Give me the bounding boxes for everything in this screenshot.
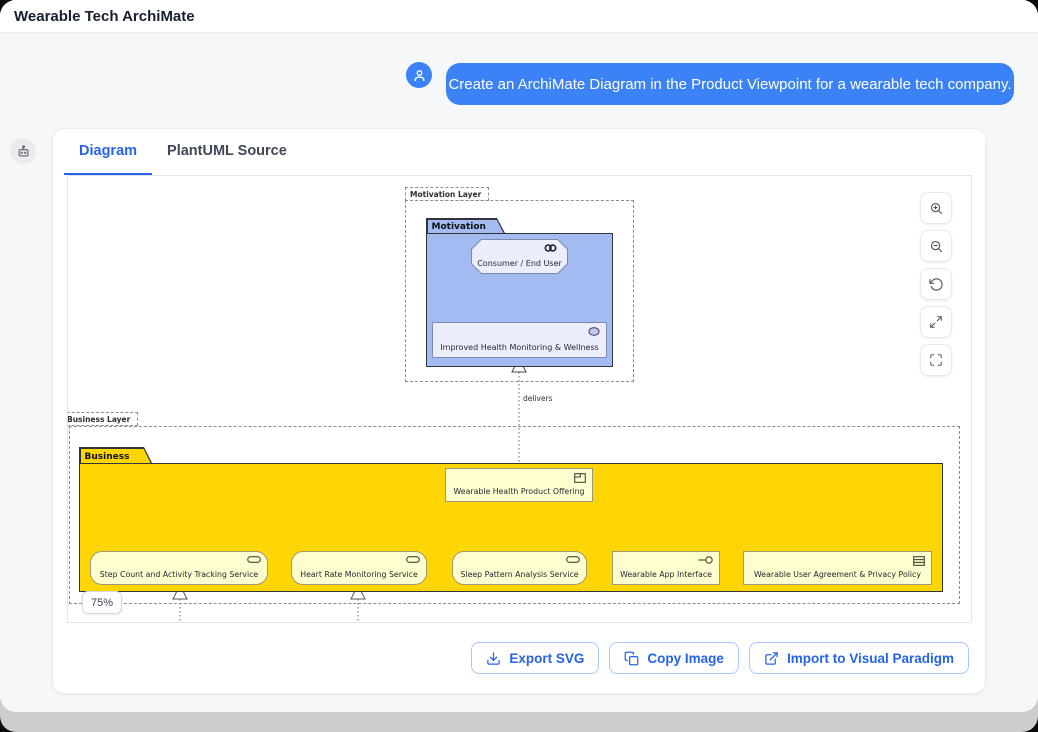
edge-label-realizes-1: realizes bbox=[168, 621, 197, 622]
tab-plantuml-source[interactable]: PlantUML Source bbox=[152, 129, 302, 175]
diagram-viewport[interactable]: seeks delivers composed of composed of c… bbox=[67, 175, 972, 623]
interface-icon bbox=[698, 556, 713, 564]
viewer-controls bbox=[920, 192, 952, 376]
reset-view-button[interactable] bbox=[920, 268, 952, 300]
edge-label-delivers: delivers bbox=[523, 394, 553, 403]
business-service-icon bbox=[566, 556, 580, 563]
business-service-icon bbox=[406, 556, 420, 563]
app-window: Wearable Tech ArchiMate Create an ArchiM… bbox=[0, 0, 1038, 732]
diagram-canvas: seeks delivers composed of composed of c… bbox=[68, 176, 971, 622]
goal-icon bbox=[588, 327, 600, 336]
service-step-count: Step Count and Activity Tracking Service bbox=[90, 551, 268, 585]
tab-diagram[interactable]: Diagram bbox=[64, 129, 152, 175]
page-title: Wearable Tech ArchiMate bbox=[14, 8, 195, 25]
copy-image-button[interactable]: Copy Image bbox=[609, 642, 739, 674]
diagram-card: Diagram PlantUML Source bbox=[52, 128, 986, 694]
fullscreen-icon bbox=[929, 353, 943, 367]
import-visual-paradigm-button[interactable]: Import to Visual Paradigm bbox=[749, 642, 969, 674]
product-icon bbox=[574, 473, 586, 483]
business-layer-tab: Business Layer bbox=[67, 412, 138, 426]
title-bar: Wearable Tech ArchiMate bbox=[0, 0, 1038, 33]
robot-icon bbox=[16, 144, 31, 159]
user-icon bbox=[412, 68, 427, 83]
external-link-icon bbox=[764, 651, 779, 666]
user-avatar bbox=[406, 62, 432, 88]
service-sleep-pattern: Sleep Pattern Analysis Service bbox=[452, 551, 587, 585]
chat-message-text: Create an ArchiMate Diagram in the Produ… bbox=[448, 76, 1011, 93]
zoom-in-button[interactable] bbox=[920, 192, 952, 224]
motivation-layer-tab: Motivation Layer bbox=[405, 187, 489, 201]
business-service-icon bbox=[247, 556, 261, 563]
interface-wearable-app: Wearable App Interface bbox=[612, 551, 720, 585]
app-surface: Wearable Tech ArchiMate Create an ArchiM… bbox=[0, 0, 1038, 712]
copy-icon bbox=[624, 651, 639, 666]
stakeholder-consumer: Consumer / End User bbox=[471, 239, 568, 274]
tab-bar: Diagram PlantUML Source bbox=[64, 129, 302, 175]
expand-icon bbox=[929, 315, 943, 329]
export-svg-button[interactable]: Export SVG bbox=[471, 642, 599, 674]
contract-user-agreement: Wearable User Agreement & Privacy Policy bbox=[743, 551, 932, 585]
zoom-out-icon bbox=[929, 239, 944, 254]
download-icon bbox=[486, 651, 501, 666]
stakeholder-icon bbox=[544, 244, 557, 252]
zoom-level-badge: 75% bbox=[82, 591, 122, 614]
service-heart-rate: Heart Rate Monitoring Service bbox=[291, 551, 427, 585]
zoom-out-button[interactable] bbox=[920, 230, 952, 262]
reset-view-icon bbox=[929, 277, 944, 292]
fullscreen-button[interactable] bbox=[920, 344, 952, 376]
contract-icon bbox=[913, 556, 925, 566]
expand-button[interactable] bbox=[920, 306, 952, 338]
chat-message-bubble: Create an ArchiMate Diagram in the Produ… bbox=[446, 63, 1014, 105]
zoom-in-icon bbox=[929, 201, 944, 216]
footer-actions: Export SVG Copy Image Import to Visual P… bbox=[471, 642, 969, 674]
product-node: Wearable Health Product Offering bbox=[445, 468, 593, 502]
edge-label-realizes-2: realizes bbox=[346, 621, 375, 622]
goal-improved-health: Improved Health Monitoring & Wellness bbox=[432, 322, 607, 358]
assistant-avatar bbox=[10, 138, 36, 164]
